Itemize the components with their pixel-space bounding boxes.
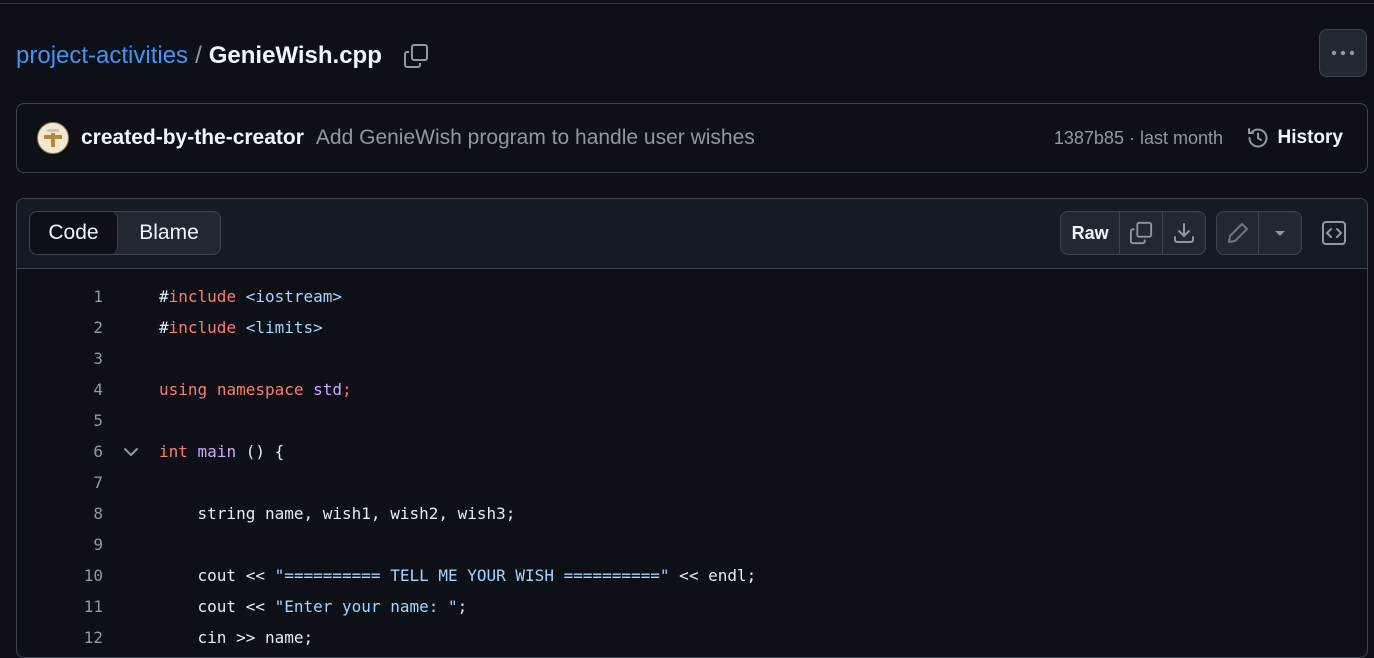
breadcrumb-repo-link[interactable]: project-activities [16,42,188,70]
code-token: include [168,318,237,337]
more-options-button[interactable] [1319,29,1367,77]
line-number[interactable]: 2 [17,318,103,337]
commit-message[interactable]: Add GenieWish program to handle user wis… [316,126,755,150]
avatar-icon [44,129,62,147]
code-token: cout << [159,597,275,616]
code-token: ; [342,380,352,399]
breadcrumb-separator: / [195,42,202,69]
copy-icon [403,44,428,68]
line-number[interactable]: 4 [17,380,103,399]
code-line: 11 cout << "Enter your name: "; [17,591,1367,622]
triangle-down-icon [1275,231,1285,236]
code-line: 12 cin >> name; [17,622,1367,653]
line-number[interactable]: 11 [17,597,103,616]
file-actions-group: Raw [1060,211,1206,255]
edit-file-button[interactable] [1217,212,1259,254]
code-line: 10 cout << "========== TELL ME YOUR WISH… [17,560,1367,591]
code-line: 8 string name, wish1, wish2, wish3; [17,498,1367,529]
tab-blame[interactable]: Blame [118,212,220,254]
edit-options-dropdown[interactable] [1259,212,1301,254]
history-icon [1247,128,1267,148]
code-token: <limits> [245,318,323,337]
code-token: string name, wish1, wish2, wish3; [159,504,516,523]
line-number[interactable]: 1 [17,287,103,306]
download-button[interactable] [1163,212,1205,254]
code-token: () { [236,442,285,461]
file-breadcrumb: project-activities / GenieWish.cpp [16,36,430,76]
code-token: std [313,380,343,399]
code-line: 4 using namespace std; [17,374,1367,405]
symbols-panel-button[interactable] [1317,213,1351,253]
kebab-horizontal-icon [1331,50,1355,56]
breadcrumb-file-name: GenieWish.cpp [208,42,382,69]
line-number[interactable]: 3 [17,349,103,368]
code-token: main [197,442,237,461]
code-token: << endl; [669,566,757,585]
code-token: int [159,442,188,461]
code-lines: 1 #include <iostream> 2 #include <limits> 3 4… [17,269,1367,653]
chevron-down-icon [124,447,138,456]
code-toolbar: Code Blame Raw [17,199,1367,269]
copy-path-button[interactable] [402,42,430,70]
latest-commit-bar: created-by-the-creator Add GenieWish pro… [16,103,1368,173]
code-line: 1 #include <iostream> [17,281,1367,312]
line-number[interactable]: 9 [17,535,103,554]
commit-sha-and-time[interactable]: 1387b85 · last month [1054,128,1223,149]
code-token: using [159,380,208,399]
code-viewer: Code Blame Raw 1 #include <iostream> 2 #… [16,198,1368,658]
line-number[interactable]: 10 [17,566,103,585]
code-text: #include <iostream> [159,287,1367,306]
code-token: # [159,318,169,337]
code-token: <iostream> [245,287,343,306]
copy-icon [1129,221,1152,245]
code-line: 6 int main () { [17,436,1367,467]
code-token: cout << [159,566,275,585]
code-text: int main () { [159,442,1367,461]
tab-code[interactable]: Code [30,212,118,254]
copy-raw-button[interactable] [1120,212,1163,254]
code-line: 3 [17,343,1367,374]
author-avatar[interactable] [37,122,69,154]
line-number[interactable]: 6 [17,442,103,461]
code-token: include [168,287,237,306]
code-text: cout << "Enter your name: "; [159,597,1367,616]
pencil-icon [1227,223,1248,243]
history-label: History [1277,127,1343,148]
code-token: namespace [216,380,304,399]
code-text: #include <limits> [159,318,1367,337]
commit-author[interactable]: created-by-the-creator [81,126,304,150]
download-icon [1173,223,1194,243]
line-number[interactable]: 12 [17,628,103,647]
code-token: ; [457,597,468,616]
code-token: "Enter your name: " [274,597,458,616]
code-line: 2 #include <limits> [17,312,1367,343]
fold-toggle[interactable] [103,447,159,457]
code-token: cin >> name; [159,628,314,647]
code-text: cout << "========== TELL ME YOUR WISH ==… [159,566,1367,585]
code-text: cin >> name; [159,628,1367,647]
code-line: 9 [17,529,1367,560]
line-number[interactable]: 5 [17,411,103,430]
code-token: "========== TELL ME YOUR WISH ==========… [274,566,670,585]
code-token: # [159,287,169,306]
code-text: using namespace std; [159,380,1367,399]
raw-button[interactable]: Raw [1061,212,1121,254]
code-square-icon [1322,221,1346,245]
top-divider [0,0,1374,4]
code-line: 5 [17,405,1367,436]
line-number[interactable]: 8 [17,504,103,523]
edit-actions-group [1216,211,1302,255]
history-button[interactable]: History [1246,126,1343,150]
view-mode-toggle: Code Blame [29,211,221,255]
line-number[interactable]: 7 [17,473,103,492]
code-line: 7 [17,467,1367,498]
code-text: string name, wish1, wish2, wish3; [159,504,1367,523]
